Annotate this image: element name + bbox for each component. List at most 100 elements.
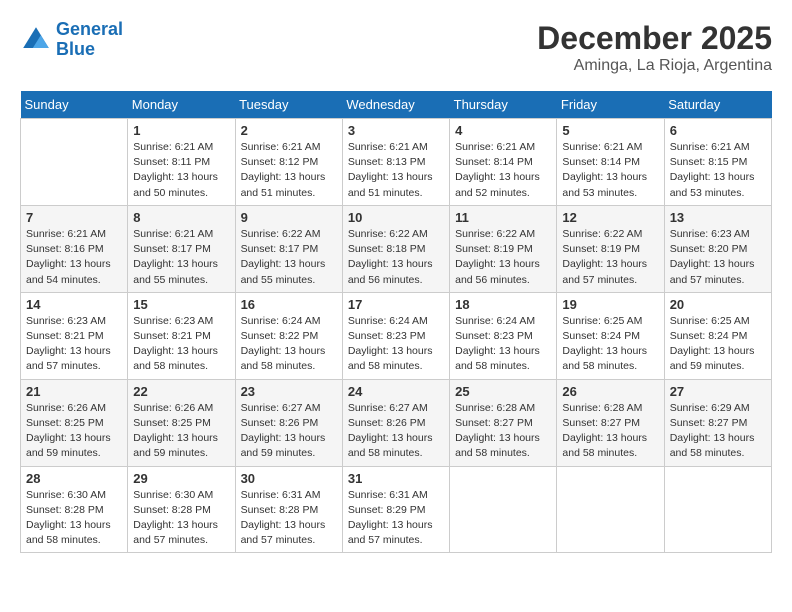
day-header-tuesday: Tuesday (235, 91, 342, 119)
day-number: 13 (670, 210, 766, 225)
day-header-wednesday: Wednesday (342, 91, 449, 119)
day-info: Sunrise: 6:22 AMSunset: 8:19 PMDaylight:… (562, 227, 658, 288)
calendar-cell: 24 Sunrise: 6:27 AMSunset: 8:26 PMDayligh… (342, 379, 449, 466)
day-number: 10 (348, 210, 444, 225)
day-info: Sunrise: 6:31 AMSunset: 8:28 PMDaylight:… (241, 488, 337, 549)
day-info: Sunrise: 6:25 AMSunset: 8:24 PMDaylight:… (670, 314, 766, 375)
calendar-body: 1 Sunrise: 6:21 AMSunset: 8:11 PMDaylight… (21, 119, 772, 553)
day-number: 24 (348, 384, 444, 399)
day-number: 12 (562, 210, 658, 225)
day-info: Sunrise: 6:21 AMSunset: 8:14 PMDaylight:… (455, 140, 551, 201)
calendar-cell: 17 Sunrise: 6:24 AMSunset: 8:23 PMDayligh… (342, 292, 449, 379)
day-info: Sunrise: 6:26 AMSunset: 8:25 PMDaylight:… (133, 401, 229, 462)
day-number: 19 (562, 297, 658, 312)
calendar-cell (664, 466, 771, 553)
day-number: 3 (348, 123, 444, 138)
logo: General Blue (20, 20, 123, 60)
calendar-cell: 26 Sunrise: 6:28 AMSunset: 8:27 PMDayligh… (557, 379, 664, 466)
page-header: General Blue December 2025 Aminga, La Ri… (20, 20, 772, 75)
day-info: Sunrise: 6:27 AMSunset: 8:26 PMDaylight:… (348, 401, 444, 462)
day-number: 22 (133, 384, 229, 399)
day-number: 27 (670, 384, 766, 399)
day-info: Sunrise: 6:21 AMSunset: 8:17 PMDaylight:… (133, 227, 229, 288)
day-number: 14 (26, 297, 122, 312)
day-number: 9 (241, 210, 337, 225)
month-title: December 2025 (537, 20, 772, 57)
calendar-cell (557, 466, 664, 553)
day-number: 31 (348, 471, 444, 486)
day-info: Sunrise: 6:30 AMSunset: 8:28 PMDaylight:… (133, 488, 229, 549)
calendar-cell: 6 Sunrise: 6:21 AMSunset: 8:15 PMDaylight… (664, 119, 771, 206)
day-number: 26 (562, 384, 658, 399)
day-number: 21 (26, 384, 122, 399)
calendar-header: SundayMondayTuesdayWednesdayThursdayFrid… (21, 91, 772, 119)
day-info: Sunrise: 6:21 AMSunset: 8:12 PMDaylight:… (241, 140, 337, 201)
location-subtitle: Aminga, La Rioja, Argentina (537, 57, 772, 75)
day-header-sunday: Sunday (21, 91, 128, 119)
day-header-thursday: Thursday (450, 91, 557, 119)
logo-general: General (56, 19, 123, 39)
day-number: 7 (26, 210, 122, 225)
day-number: 20 (670, 297, 766, 312)
day-info: Sunrise: 6:29 AMSunset: 8:27 PMDaylight:… (670, 401, 766, 462)
day-info: Sunrise: 6:21 AMSunset: 8:16 PMDaylight:… (26, 227, 122, 288)
calendar-cell: 11 Sunrise: 6:22 AMSunset: 8:19 PMDayligh… (450, 205, 557, 292)
calendar-cell: 13 Sunrise: 6:23 AMSunset: 8:20 PMDayligh… (664, 205, 771, 292)
day-info: Sunrise: 6:21 AMSunset: 8:15 PMDaylight:… (670, 140, 766, 201)
day-number: 23 (241, 384, 337, 399)
calendar-cell: 28 Sunrise: 6:30 AMSunset: 8:28 PMDayligh… (21, 466, 128, 553)
day-info: Sunrise: 6:27 AMSunset: 8:26 PMDaylight:… (241, 401, 337, 462)
calendar-cell: 16Sunrise: 6:24 AMSunset: 8:22 PMDayligh… (235, 292, 342, 379)
day-number: 18 (455, 297, 551, 312)
day-number: 28 (26, 471, 122, 486)
day-info: Sunrise: 6:22 AMSunset: 8:18 PMDaylight:… (348, 227, 444, 288)
day-info: Sunrise: 6:21 AMSunset: 8:11 PMDaylight:… (133, 140, 229, 201)
day-info: Sunrise: 6:22 AMSunset: 8:17 PMDaylight:… (241, 227, 337, 288)
calendar-cell: 23 Sunrise: 6:27 AMSunset: 8:26 PMDayligh… (235, 379, 342, 466)
day-info: Sunrise: 6:24 AMSunset: 8:23 PMDaylight:… (455, 314, 551, 375)
day-number: 5 (562, 123, 658, 138)
day-number: 8 (133, 210, 229, 225)
calendar-cell: 5Sunrise: 6:21 AMSunset: 8:14 PMDaylight… (557, 119, 664, 206)
day-info: Sunrise: 6:22 AMSunset: 8:19 PMDaylight:… (455, 227, 551, 288)
day-number: 15 (133, 297, 229, 312)
day-header-saturday: Saturday (664, 91, 771, 119)
day-number: 6 (670, 123, 766, 138)
day-info: Sunrise: 6:23 AMSunset: 8:20 PMDaylight:… (670, 227, 766, 288)
day-info: Sunrise: 6:23 AMSunset: 8:21 PMDaylight:… (133, 314, 229, 375)
day-header-friday: Friday (557, 91, 664, 119)
calendar-cell: 7 Sunrise: 6:21 AMSunset: 8:16 PMDaylight… (21, 205, 128, 292)
calendar-cell: 22 Sunrise: 6:26 AMSunset: 8:25 PMDayligh… (128, 379, 235, 466)
calendar-cell: 21Sunrise: 6:26 AMSunset: 8:25 PMDayligh… (21, 379, 128, 466)
day-info: Sunrise: 6:24 AMSunset: 8:23 PMDaylight:… (348, 314, 444, 375)
week-row-4: 21 Sunrise: 6:26 AMSunset: 8:25 PMDayligh… (21, 379, 772, 466)
week-row-3: 14 Sunrise: 6:23 AMSunset: 8:21 PMDayligh… (21, 292, 772, 379)
day-info: Sunrise: 6:28 AMSunset: 8:27 PMDaylight:… (562, 401, 658, 462)
title-area: December 2025 Aminga, La Rioja, Argentin… (537, 20, 772, 75)
calendar-cell: 29 Sunrise: 6:30 AMSunset: 8:28 PMDayligh… (128, 466, 235, 553)
day-info: Sunrise: 6:30 AMSunset: 8:28 PMDaylight:… (26, 488, 122, 549)
calendar-cell: 10 Sunrise: 6:22 AMSunset: 8:18 PMDayligh… (342, 205, 449, 292)
day-number: 29 (133, 471, 229, 486)
day-info: Sunrise: 6:28 AMSunset: 8:27 PMDaylight:… (455, 401, 551, 462)
day-number: 17 (348, 297, 444, 312)
calendar-cell: 12 Sunrise: 6:22 AMSunset: 8:19 PMDayligh… (557, 205, 664, 292)
day-info: Sunrise: 6:24 AMSunset: 8:22 PMDaylight:… (241, 314, 337, 375)
day-info: Sunrise: 6:23 AMSunset: 8:21 PMDaylight:… (26, 314, 122, 375)
calendar-cell: 3 Sunrise: 6:21 AMSunset: 8:13 PMDaylight… (342, 119, 449, 206)
calendar-cell: 15 Sunrise: 6:23 AMSunset: 8:21 PMDayligh… (128, 292, 235, 379)
calendar-cell: 2Sunrise: 6:21 AMSunset: 8:12 PMDaylight… (235, 119, 342, 206)
calendar-cell: 1 Sunrise: 6:21 AMSunset: 8:11 PMDaylight… (128, 119, 235, 206)
calendar-cell (21, 119, 128, 206)
calendar-table: SundayMondayTuesdayWednesdayThursdayFrid… (20, 91, 772, 553)
day-number: 4 (455, 123, 551, 138)
day-info: Sunrise: 6:21 AMSunset: 8:13 PMDaylight:… (348, 140, 444, 201)
day-number: 1 (133, 123, 229, 138)
week-row-2: 7 Sunrise: 6:21 AMSunset: 8:16 PMDaylight… (21, 205, 772, 292)
day-number: 11 (455, 210, 551, 225)
day-header-monday: Monday (128, 91, 235, 119)
calendar-cell: 19Sunrise: 6:25 AMSunset: 8:24 PMDayligh… (557, 292, 664, 379)
calendar-cell: 9 Sunrise: 6:22 AMSunset: 8:17 PMDaylight… (235, 205, 342, 292)
logo-icon (20, 24, 52, 56)
calendar-cell: 30Sunrise: 6:31 AMSunset: 8:28 PMDayligh… (235, 466, 342, 553)
